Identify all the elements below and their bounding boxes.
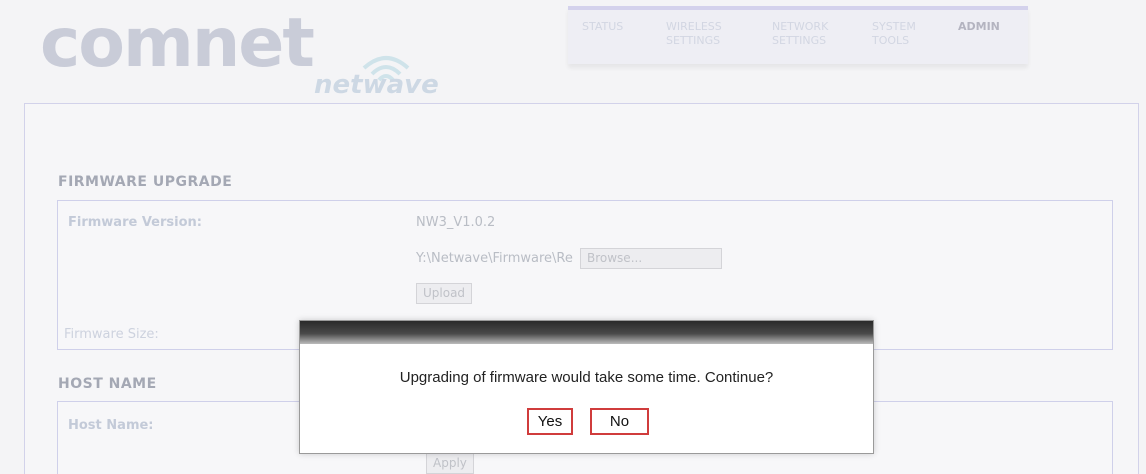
firmware-size-label: Firmware Size: — [64, 327, 159, 342]
confirm-dialog: Upgrading of firmware would take some ti… — [299, 320, 874, 454]
logo-product-name: netwave — [314, 70, 439, 100]
host-name-label: Host Name: — [68, 418, 154, 433]
comnet-logo: comnet netwave — [40, 10, 480, 110]
dialog-titlebar[interactable] — [300, 321, 873, 344]
host-name-title: HOST NAME — [58, 376, 157, 392]
nav-item-wireless-settings[interactable]: WIRELESS SETTINGS — [666, 20, 722, 48]
browse-button[interactable]: Browse... — [580, 248, 722, 269]
apply-button[interactable]: Apply — [426, 453, 474, 474]
dialog-message: Upgrading of firmware would take some ti… — [399, 369, 774, 386]
nav-item-admin[interactable]: ADMIN — [958, 20, 1000, 34]
yes-button[interactable]: Yes — [527, 408, 573, 435]
nav-item-status[interactable]: STATUS — [582, 20, 623, 34]
nav-item-network-settings[interactable]: NETWORK SETTINGS — [772, 20, 828, 48]
nav-item-system-tools[interactable]: SYSTEM TOOLS — [872, 20, 916, 48]
logo-wordmark: comnet — [40, 4, 315, 83]
upload-button[interactable]: Upload — [416, 283, 473, 304]
firmware-upgrade-title: FIRMWARE UPGRADE — [58, 174, 233, 190]
firmware-version-value: NW3_V1.0.2 — [416, 215, 496, 230]
top-nav: STATUS WIRELESS SETTINGS NETWORK SETTING… — [568, 6, 1028, 64]
firmware-version-label: Firmware Version: — [68, 215, 202, 230]
firmware-file-path[interactable]: Y:\Netwave\Firmware\Re — [416, 251, 573, 266]
no-button[interactable]: No — [590, 408, 649, 435]
